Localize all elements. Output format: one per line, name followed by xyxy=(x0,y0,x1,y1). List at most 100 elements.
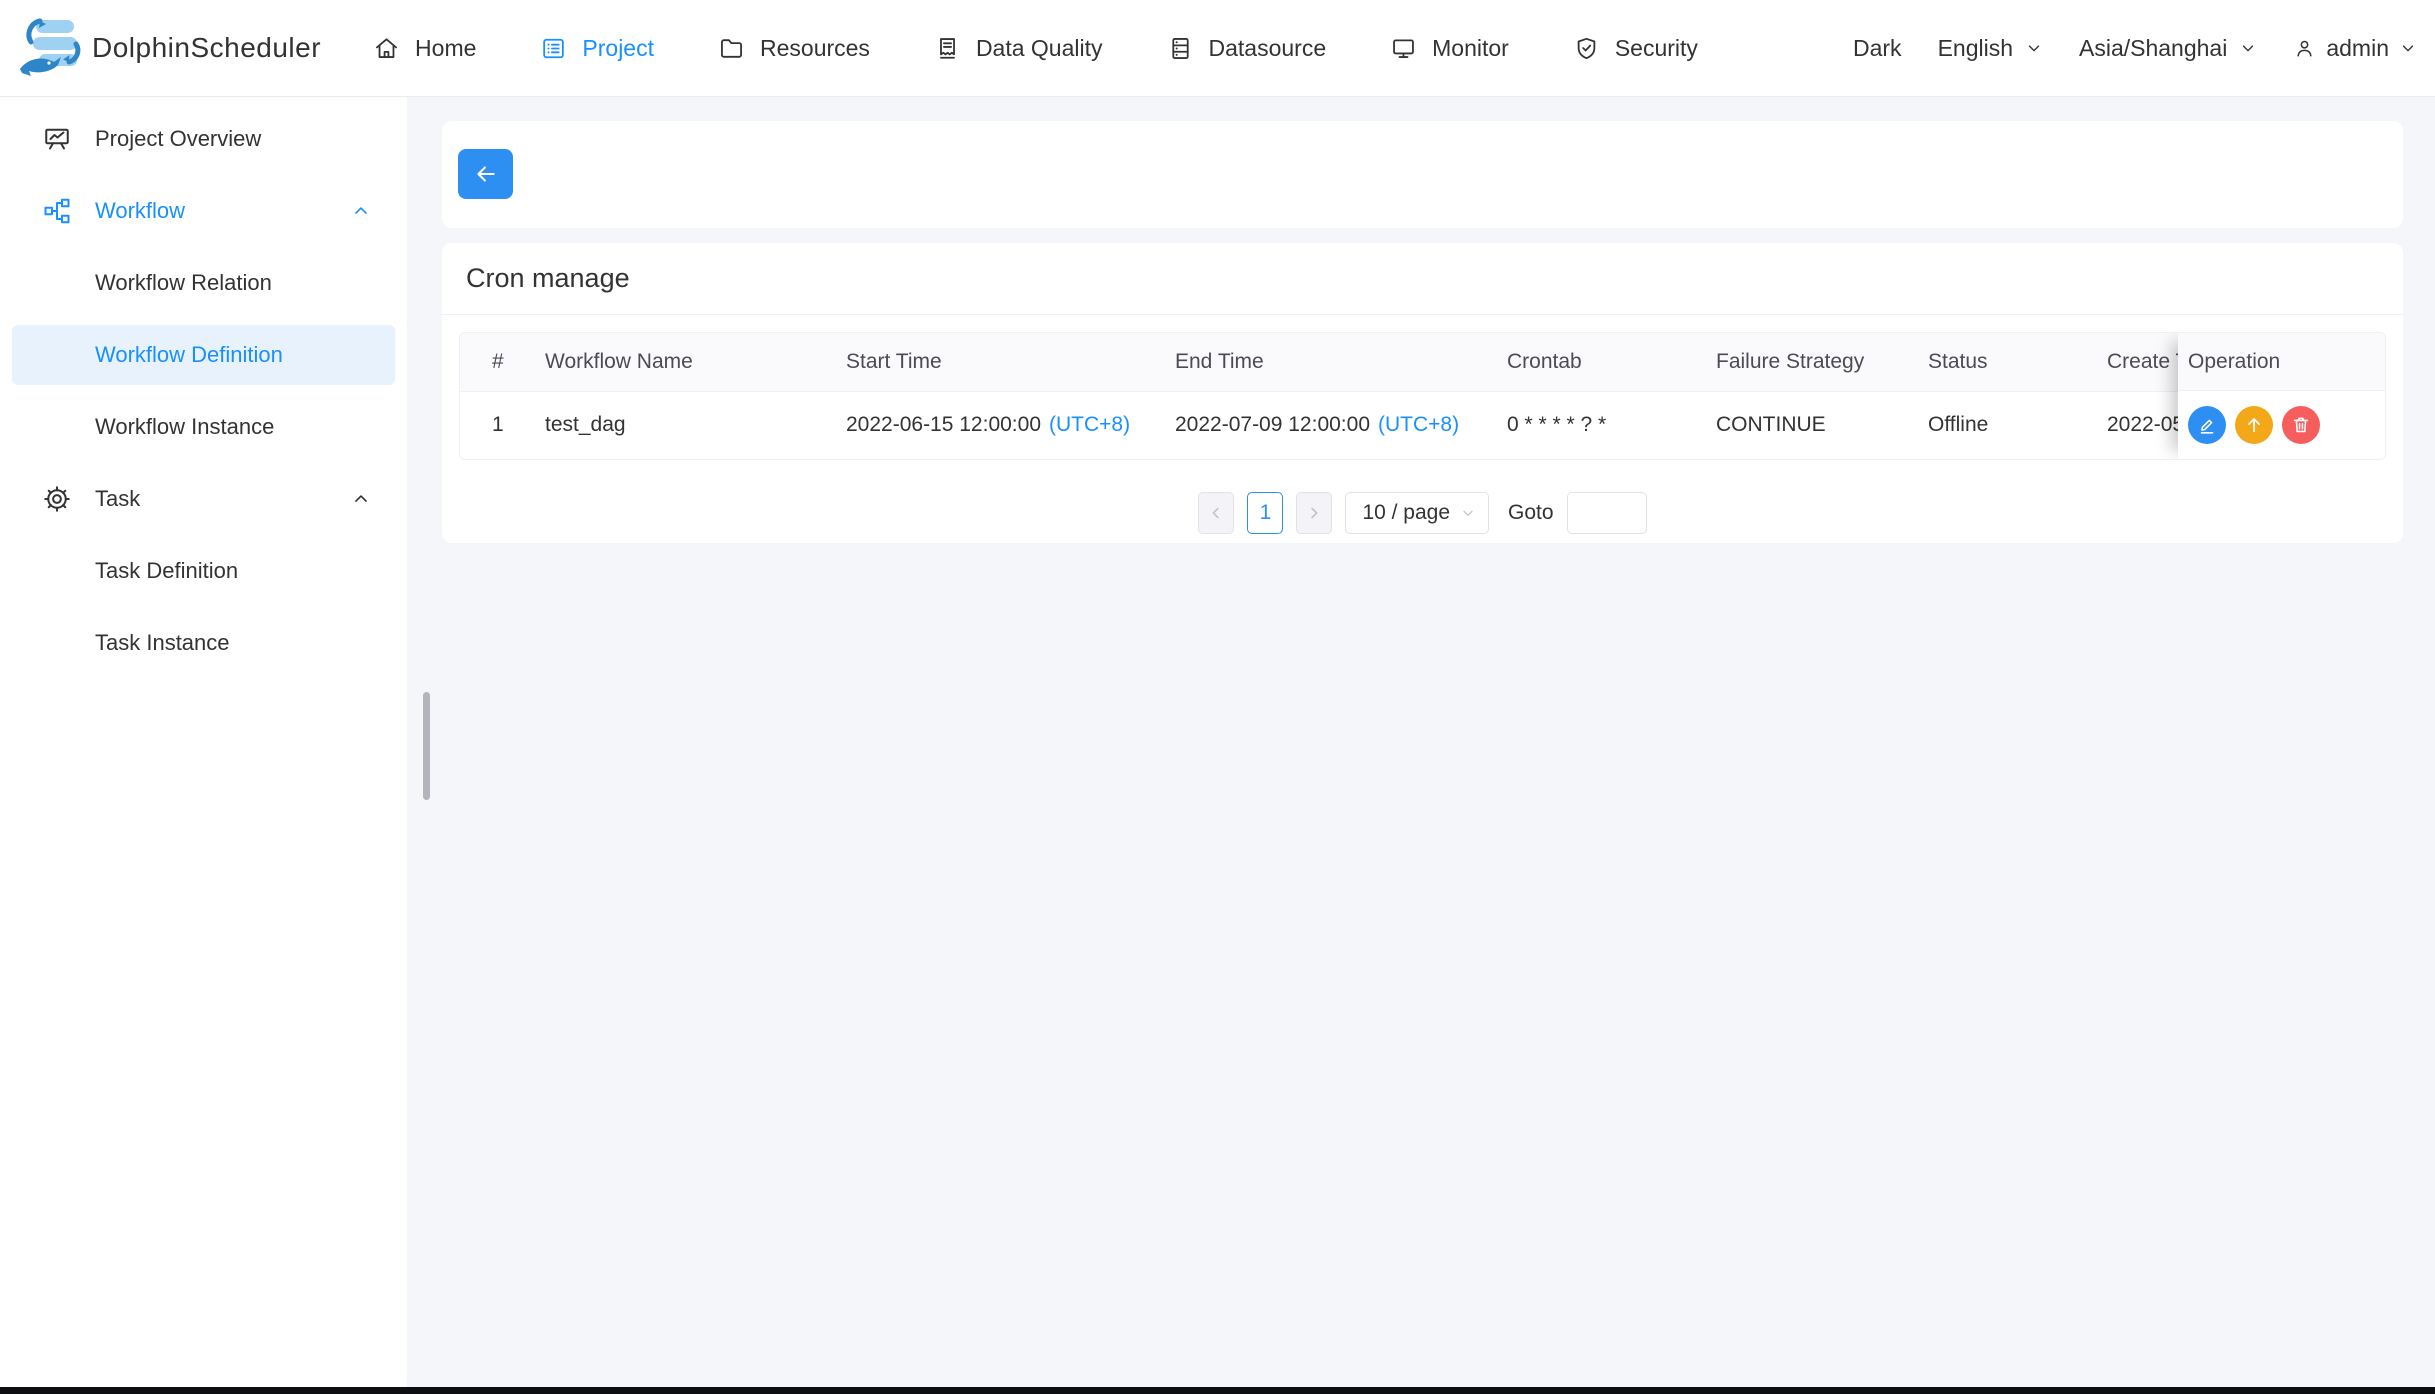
table-header-row: # Workflow Name Start Time End Time Cron… xyxy=(460,333,2386,391)
nav-item-home[interactable]: Home xyxy=(373,35,476,62)
chevron-right-icon xyxy=(1305,504,1323,522)
start-time-value: 2022-06-15 12:00:00 xyxy=(846,413,1041,436)
cell-failure-strategy: CONTINUE xyxy=(1704,391,1916,459)
main-content: Cron manage # Workflow Name Start Time E… xyxy=(407,97,2435,1387)
previous-page-button[interactable] xyxy=(1198,492,1234,534)
nav-item-data-quality[interactable]: Data Quality xyxy=(934,35,1103,62)
sidebar-item-workflow-instance[interactable]: Workflow Instance xyxy=(12,397,395,457)
operation-fixed-column: Operation xyxy=(2178,333,2385,459)
security-shield-icon xyxy=(1573,35,1600,62)
language-label: English xyxy=(1938,35,2013,62)
sidebar-item-label: Workflow Instance xyxy=(95,414,274,440)
bottom-edge-bar xyxy=(0,1387,2435,1394)
column-header-operation: Operation xyxy=(2178,333,2385,391)
cell-index: 1 xyxy=(460,391,533,459)
sidebar-item-label: Workflow Definition xyxy=(95,342,283,368)
cell-workflow-name: test_dag xyxy=(533,391,834,459)
sidebar-item-workflow-relation[interactable]: Workflow Relation xyxy=(12,253,395,313)
top-header: DolphinScheduler Home Project xyxy=(0,0,2435,97)
sidebar-item-task-definition[interactable]: Task Definition xyxy=(12,541,395,601)
page-title: Cron manage xyxy=(442,243,2403,315)
end-time-timezone: (UTC+8) xyxy=(1378,413,1459,436)
sidebar-item-label: Task Definition xyxy=(95,558,238,584)
operation-buttons xyxy=(2178,391,2385,459)
workflow-nodes-icon xyxy=(40,196,74,226)
home-icon xyxy=(373,35,400,62)
project-list-icon xyxy=(540,35,567,62)
sidebar-scrollbar-thumb[interactable] xyxy=(423,692,430,800)
presentation-chart-icon xyxy=(40,124,74,154)
end-time-value: 2022-07-09 12:00:00 xyxy=(1175,413,1370,436)
toolbar-card xyxy=(442,121,2403,228)
chevron-down-icon xyxy=(2025,39,2043,57)
sidebar-item-label: Workflow Relation xyxy=(95,270,272,296)
arrow-up-icon xyxy=(2243,414,2265,436)
delete-button[interactable] xyxy=(2282,406,2320,444)
datasource-icon xyxy=(1167,35,1194,62)
cron-table: # Workflow Name Start Time End Time Cron… xyxy=(459,332,2386,460)
language-dropdown[interactable]: English xyxy=(1938,35,2043,62)
column-header-crontab: Crontab xyxy=(1495,333,1704,391)
edit-button[interactable] xyxy=(2188,406,2226,444)
cell-status: Offline xyxy=(1916,391,2095,459)
nav-item-label: Monitor xyxy=(1432,35,1509,62)
chevron-up-icon xyxy=(351,201,371,221)
user-icon xyxy=(2293,37,2316,60)
edit-icon xyxy=(2196,414,2218,436)
user-menu[interactable]: admin xyxy=(2293,35,2417,62)
sidebar-item-label: Task Instance xyxy=(95,630,230,656)
pagination: 1 10 / page Goto xyxy=(442,492,2403,534)
nav-item-resources[interactable]: Resources xyxy=(718,35,870,62)
folder-icon xyxy=(718,35,745,62)
page-size-select[interactable]: 10 / page xyxy=(1345,492,1489,534)
monitor-icon xyxy=(1390,35,1417,62)
brand-title: DolphinScheduler xyxy=(92,32,321,64)
cell-end-time: 2022-07-09 12:00:00 (UTC+8) xyxy=(1163,391,1495,459)
nav-item-label: Data Quality xyxy=(976,35,1103,62)
nav-item-security[interactable]: Security xyxy=(1573,35,1698,62)
sidebar: Project Overview Workflow Workflow Relat… xyxy=(0,97,407,1387)
theme-toggle[interactable]: Dark xyxy=(1853,35,1902,62)
chevron-up-icon xyxy=(351,489,371,509)
timezone-dropdown[interactable]: Asia/Shanghai xyxy=(2079,35,2257,62)
sidebar-item-project-overview[interactable]: Project Overview xyxy=(12,109,395,169)
go-online-button[interactable] xyxy=(2235,406,2273,444)
sidebar-item-task[interactable]: Task xyxy=(12,469,395,529)
column-header-workflow-name: Workflow Name xyxy=(533,333,834,391)
nav-item-label: Project xyxy=(582,35,654,62)
page-size-value: 10 / page xyxy=(1362,501,1450,525)
nav-item-project[interactable]: Project xyxy=(540,35,654,62)
sidebar-item-label: Workflow xyxy=(95,198,185,224)
data-quality-icon xyxy=(934,35,961,62)
gear-icon xyxy=(40,484,74,514)
chevron-down-icon xyxy=(2399,39,2417,57)
chevron-left-icon xyxy=(1207,504,1225,522)
sidebar-item-task-instance[interactable]: Task Instance xyxy=(12,613,395,673)
sidebar-item-label: Project Overview xyxy=(95,126,261,152)
column-header-status: Status xyxy=(1916,333,2095,391)
nav-item-monitor[interactable]: Monitor xyxy=(1390,35,1509,62)
table-row: 1 test_dag 2022-06-15 12:00:00 (UTC+8) 20… xyxy=(460,391,2386,459)
brand[interactable]: DolphinScheduler xyxy=(0,17,321,79)
trash-icon xyxy=(2290,414,2312,436)
goto-page-input[interactable] xyxy=(1567,492,1647,534)
column-header-end-time: End Time xyxy=(1163,333,1495,391)
chevron-down-icon xyxy=(2239,39,2257,57)
next-page-button[interactable] xyxy=(1296,492,1332,534)
cron-manage-card: Cron manage # Workflow Name Start Time E… xyxy=(442,243,2403,543)
sidebar-item-workflow-definition[interactable]: Workflow Definition xyxy=(12,325,395,385)
sidebar-item-workflow[interactable]: Workflow xyxy=(12,181,395,241)
dolphin-scheduler-logo xyxy=(16,17,84,79)
arrow-left-icon xyxy=(473,161,499,187)
header-right-controls: Dark English Asia/Shanghai admin xyxy=(1853,35,2435,62)
column-header-failure-strategy: Failure Strategy xyxy=(1704,333,1916,391)
column-header-start-time: Start Time xyxy=(834,333,1163,391)
cell-crontab: 0 * * * * ? * xyxy=(1495,391,1704,459)
goto-label: Goto xyxy=(1508,501,1554,525)
nav-item-datasource[interactable]: Datasource xyxy=(1167,35,1327,62)
nav-item-label: Home xyxy=(415,35,476,62)
top-navigation: Home Project Resources xyxy=(373,35,1698,62)
back-button[interactable] xyxy=(458,149,513,199)
page-number-button[interactable]: 1 xyxy=(1247,492,1283,534)
timezone-label: Asia/Shanghai xyxy=(2079,35,2227,62)
